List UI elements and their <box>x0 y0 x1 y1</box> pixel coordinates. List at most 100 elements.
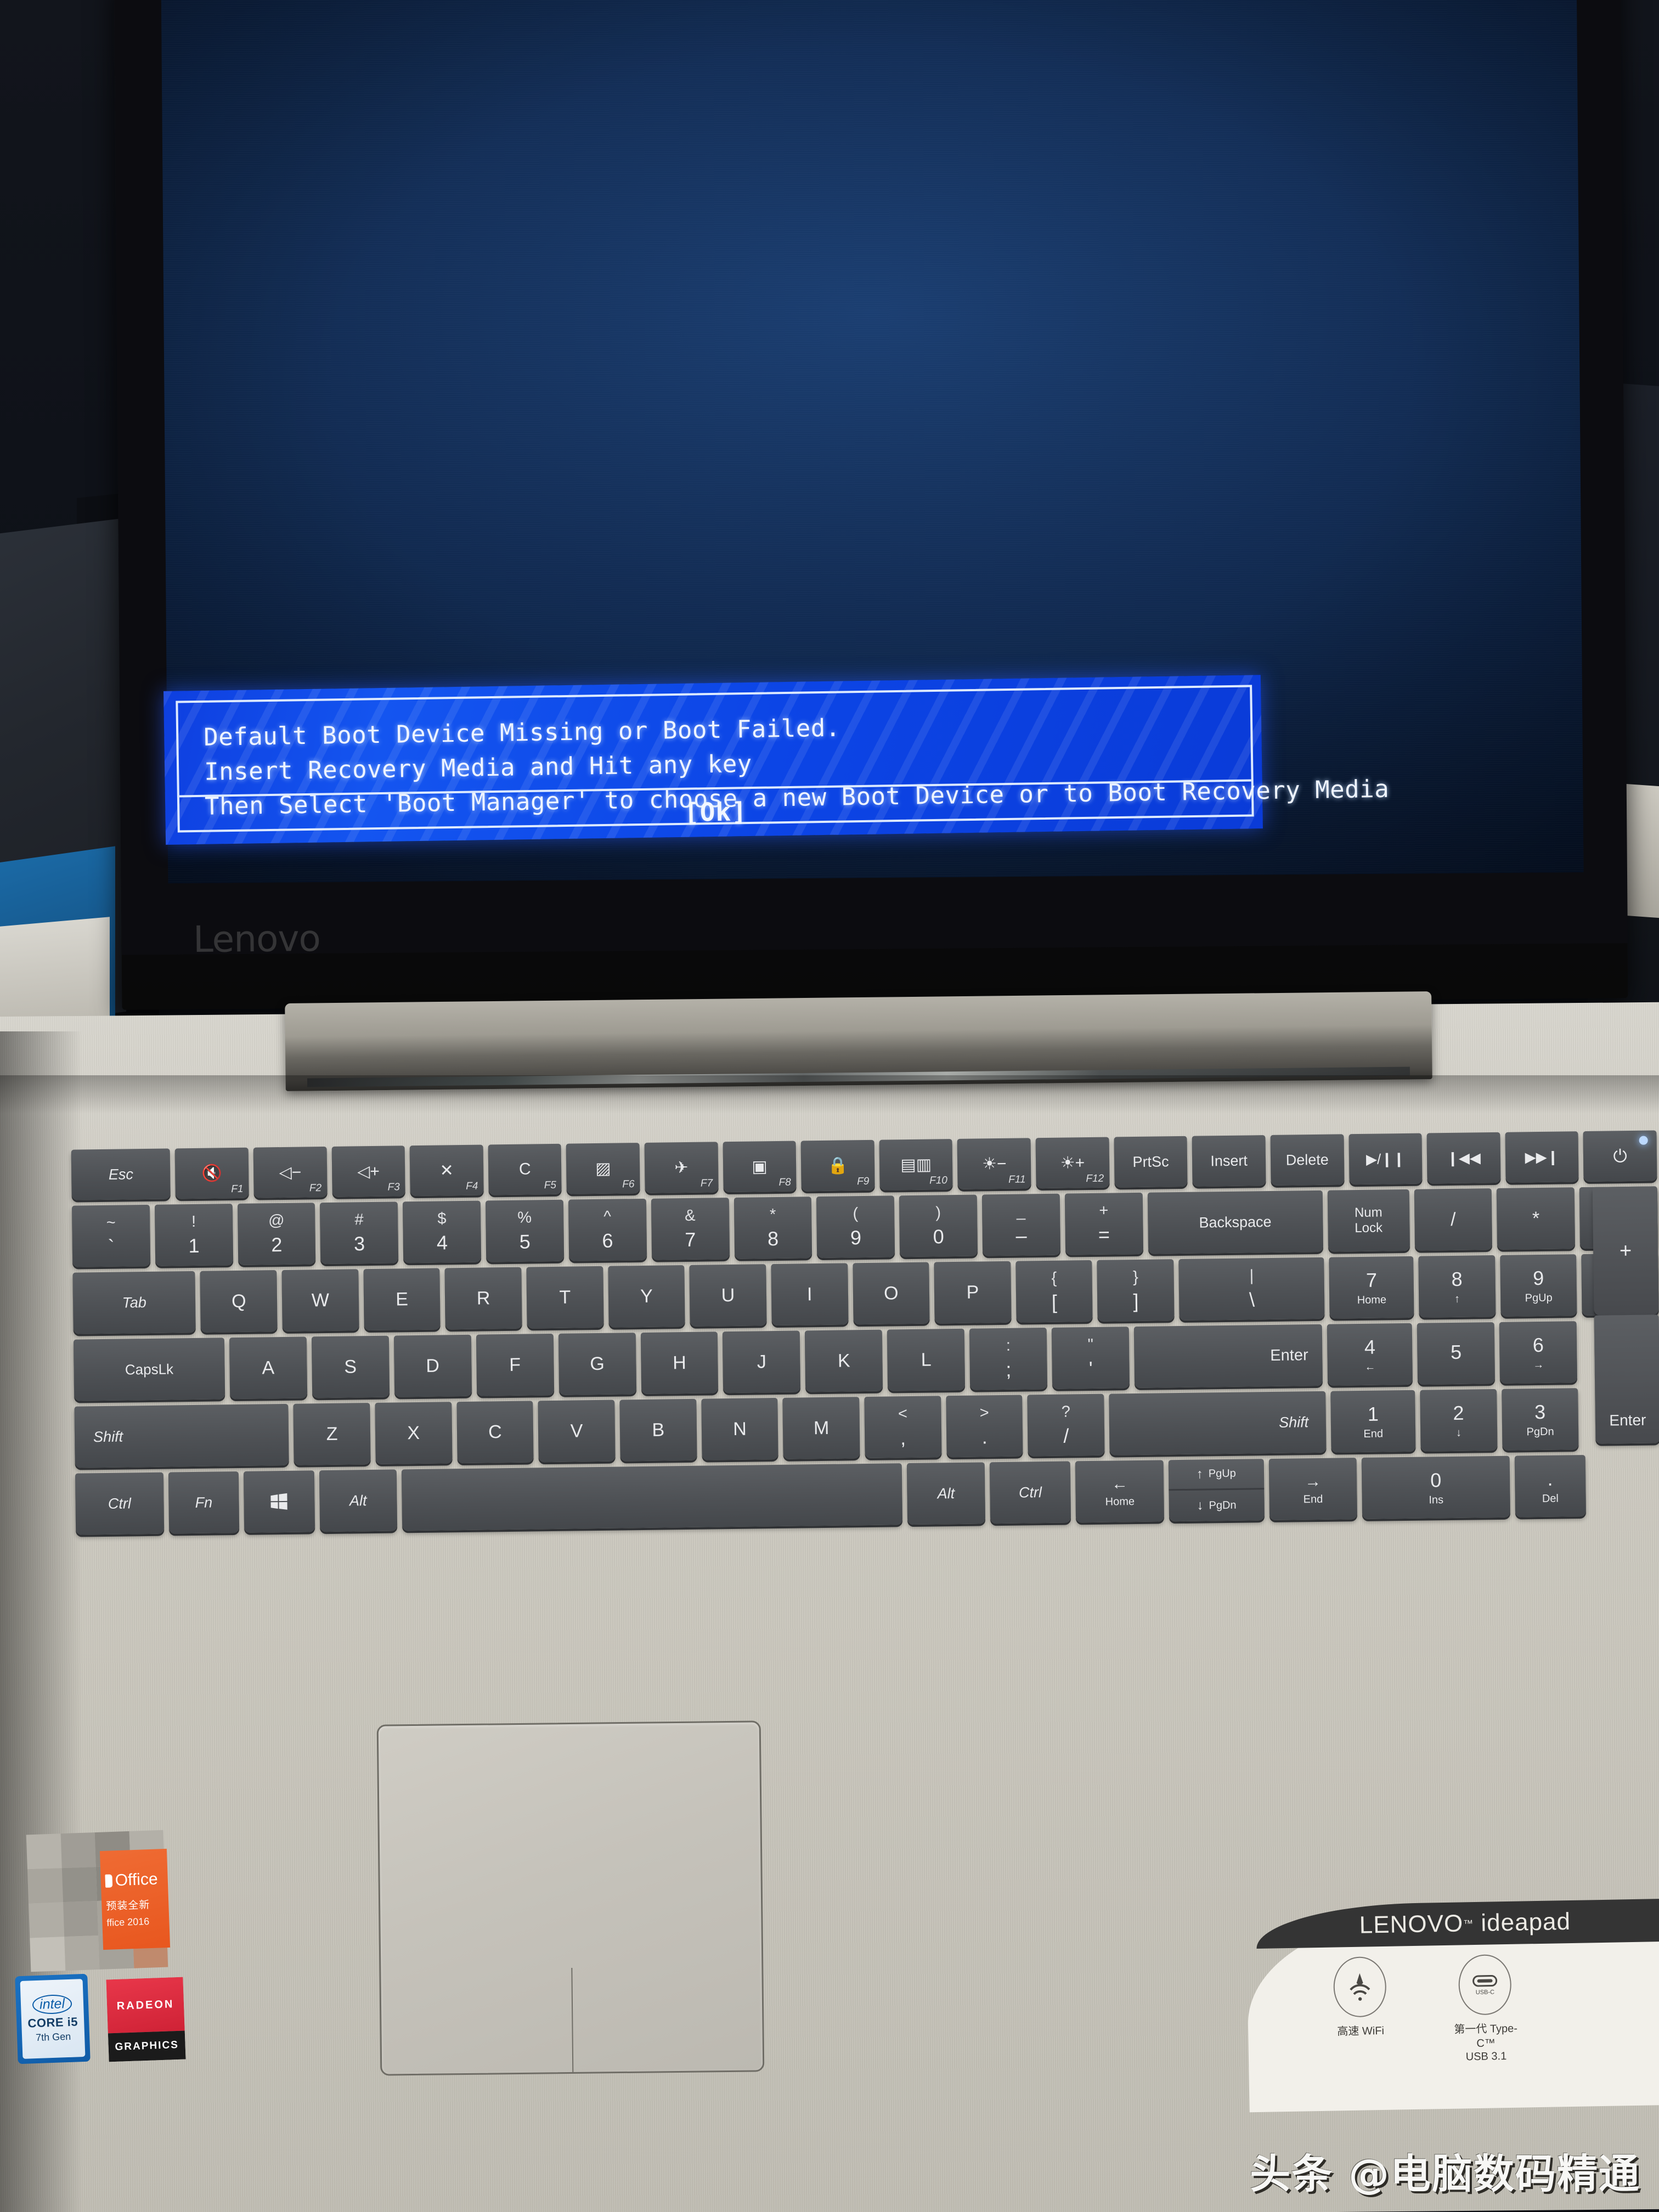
key-numpad-0[interactable]: 0 Ins <box>1361 1455 1511 1519</box>
key-8[interactable]: * 8 <box>733 1197 812 1259</box>
key-arrow-up[interactable]: ↑ PgUp <box>1168 1459 1264 1491</box>
key-j[interactable]: J <box>723 1330 801 1393</box>
key-m[interactable]: M <box>782 1397 860 1459</box>
key-0[interactable]: ) 0 <box>899 1194 978 1257</box>
key-f4-mic-mute[interactable]: ✕ F4 <box>409 1144 484 1197</box>
key-bracket-right[interactable]: } ] <box>1097 1259 1175 1322</box>
key-q[interactable]: Q <box>200 1270 278 1333</box>
key-numpad-9[interactable]: 9 PgUp <box>1499 1254 1577 1317</box>
key-9[interactable]: ( 9 <box>816 1195 895 1259</box>
key-d[interactable]: D <box>393 1334 472 1397</box>
key-i[interactable]: I <box>771 1263 849 1326</box>
key-ctrl-right[interactable]: Ctrl <box>989 1461 1071 1524</box>
key-x[interactable]: X <box>375 1402 453 1464</box>
key-next-track[interactable]: ▶▶❙ <box>1505 1131 1579 1183</box>
key-f7-airplane[interactable]: ✈ F7 <box>644 1142 719 1193</box>
key-b[interactable]: B <box>619 1398 697 1462</box>
key-numpad-8[interactable]: 8 ↑ <box>1418 1255 1496 1318</box>
key-ctrl-left[interactable]: Ctrl <box>75 1472 164 1535</box>
key-s[interactable]: S <box>311 1335 390 1398</box>
key-f6-touchpad-off[interactable]: ▨ F6 <box>566 1143 640 1194</box>
key-tilde[interactable]: ~ ` <box>71 1204 151 1267</box>
key-k[interactable]: K <box>805 1329 883 1392</box>
key-fn[interactable]: Fn <box>168 1471 240 1534</box>
key-play-pause[interactable]: ▶/❙❙ <box>1348 1133 1423 1185</box>
key-space[interactable] <box>401 1463 903 1531</box>
key-y[interactable]: Y <box>607 1265 685 1328</box>
key-f2-volume-down[interactable]: ◁− F2 <box>253 1146 328 1198</box>
key-numpad-multiply[interactable]: * <box>1497 1187 1576 1250</box>
key-shift-left[interactable]: Shift <box>74 1403 289 1468</box>
key-6[interactable]: ^ 6 <box>568 1198 647 1261</box>
key-semicolon[interactable]: : ; <box>969 1327 1048 1390</box>
key-numpad-1[interactable]: 1 End <box>1330 1390 1416 1453</box>
key-arrow-updown[interactable]: ↑ PgUp ↓ PgDn <box>1168 1459 1265 1522</box>
key-numpad-6[interactable]: 6 → <box>1499 1321 1578 1384</box>
key-numlock[interactable]: Num Lock <box>1327 1189 1410 1252</box>
key-f5-refresh[interactable]: C F5 <box>488 1143 562 1195</box>
key-f1-mute[interactable]: 🔇 F1 <box>175 1147 249 1199</box>
key-f3-volume-up[interactable]: ◁+ F3 <box>331 1146 405 1197</box>
key-7[interactable]: & 7 <box>651 1198 730 1260</box>
key-delete[interactable]: Delete <box>1270 1134 1345 1186</box>
key-minus[interactable]: _ – <box>981 1193 1060 1256</box>
key-numpad-5[interactable]: 5 <box>1417 1322 1496 1385</box>
key-1[interactable]: ! 1 <box>154 1204 233 1266</box>
key-arrow-down[interactable]: ↓ PgDn <box>1169 1489 1264 1521</box>
key-z[interactable]: Z <box>293 1403 371 1465</box>
key-numpad-divide[interactable]: / <box>1414 1188 1493 1251</box>
key-numpad-plus-tall[interactable]: + <box>1592 1186 1659 1316</box>
key-alt-left[interactable]: Alt <box>319 1469 398 1532</box>
key-enter[interactable]: Enter <box>1133 1324 1323 1389</box>
key-g[interactable]: G <box>558 1333 636 1395</box>
key-v[interactable]: V <box>538 1400 616 1463</box>
key-5[interactable]: % 5 <box>485 1199 565 1262</box>
key-backspace[interactable]: Backspace <box>1147 1190 1323 1254</box>
key-w[interactable]: W <box>281 1269 359 1332</box>
key-arrow-right[interactable]: → End <box>1268 1458 1358 1521</box>
key-u[interactable]: U <box>689 1264 767 1327</box>
key-numpad-dot[interactable]: . Del <box>1514 1455 1586 1517</box>
key-numpad-4[interactable]: 4 ← <box>1327 1323 1413 1386</box>
key-arrow-left[interactable]: ← Home <box>1075 1460 1165 1523</box>
key-e[interactable]: E <box>363 1268 441 1331</box>
key-l[interactable]: L <box>887 1328 966 1391</box>
key-3[interactable]: # 3 <box>320 1201 399 1265</box>
key-backslash[interactable]: | \ <box>1178 1257 1325 1321</box>
key-f9-lock[interactable]: 🔒 F9 <box>800 1139 875 1192</box>
key-4[interactable]: $ 4 <box>403 1200 482 1263</box>
key-windows[interactable] <box>243 1470 315 1533</box>
key-comma[interactable]: < , <box>864 1396 942 1459</box>
key-insert[interactable]: Insert <box>1192 1135 1266 1187</box>
key-f10-display-switch[interactable]: ▤▥ F10 <box>879 1139 953 1190</box>
key-a[interactable]: A <box>229 1336 307 1400</box>
key-period[interactable]: > . <box>945 1395 1024 1458</box>
key-alt-right[interactable]: Alt <box>907 1462 985 1525</box>
key-n[interactable]: N <box>701 1397 778 1460</box>
key-numpad-3[interactable]: 3 PgDn <box>1501 1388 1579 1451</box>
key-power[interactable]: ⏻ <box>1583 1130 1657 1182</box>
key-quote[interactable]: " ' <box>1051 1327 1130 1389</box>
key-numpad-enter[interactable]: Enter <box>1594 1314 1659 1444</box>
key-tab[interactable]: Tab <box>72 1271 196 1334</box>
key-o[interactable]: O <box>852 1262 930 1325</box>
key-bracket-left[interactable]: { [ <box>1015 1260 1093 1323</box>
key-f8-camera-off[interactable]: ▣ F8 <box>723 1141 797 1193</box>
trackpad[interactable] <box>376 1720 765 2076</box>
key-prev-track[interactable]: ❙◀◀ <box>1426 1132 1501 1184</box>
key-prtsc[interactable]: PrtSc <box>1114 1136 1188 1188</box>
key-p[interactable]: P <box>934 1261 1012 1324</box>
key-slash[interactable]: ? / <box>1027 1393 1105 1457</box>
key-shift-right[interactable]: Shift <box>1109 1391 1327 1455</box>
key-numpad-7[interactable]: 7 Home <box>1329 1256 1414 1319</box>
keyboard[interactable]: Esc 🔇 F1 ◁− F2 ◁+ F3 ✕ F4 C F5 ▨ F6 ✈ F7… <box>71 1130 1659 1638</box>
key-capslock[interactable]: CapsLk <box>73 1338 225 1401</box>
key-numpad-2[interactable]: 2 ↓ <box>1420 1389 1498 1452</box>
key-r[interactable]: R <box>444 1267 522 1330</box>
key-f12-brightness-up[interactable]: ☀+ F12 <box>1035 1137 1110 1189</box>
key-h[interactable]: H <box>640 1331 719 1395</box>
key-t[interactable]: T <box>526 1266 604 1329</box>
key-2[interactable]: @ 2 <box>237 1203 316 1265</box>
key-f11-brightness-down[interactable]: ☀− F11 <box>957 1138 1031 1189</box>
key-esc[interactable]: Esc <box>71 1148 171 1200</box>
